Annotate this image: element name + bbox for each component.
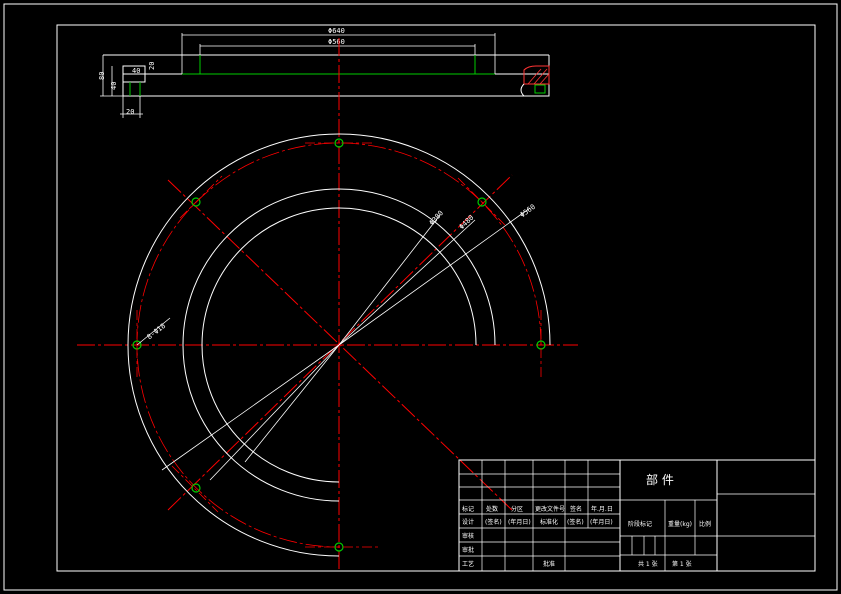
tb-row1-cell: 分区	[511, 505, 523, 513]
tb-row2-cell: 标准化	[540, 518, 558, 526]
inner-frame	[56, 24, 816, 572]
title-block: 部 件 标记 处数 分区 更改文件号 签名 年.月.日 设计 (签名) (年月日…	[458, 459, 816, 572]
side-view-body	[122, 73, 550, 97]
sheet-number: 第 1 张	[672, 560, 692, 568]
tb-row1-cell: 标记	[462, 505, 474, 513]
dim-height: 80	[98, 72, 106, 80]
tb-left-label: 审批	[462, 546, 474, 554]
tb-row2-cell: (签名)	[567, 518, 584, 526]
tb-row1-cell: 年.月.日	[591, 505, 613, 513]
plan-view: Φ380 Φ480 Φ560 8-Φ18	[77, 133, 578, 557]
dim-inner-diameter: Φ560	[328, 38, 345, 46]
part-name: 部 件	[646, 472, 674, 487]
dim-bolt-circle: Φ560	[519, 203, 537, 219]
sheets-total: 共 1 张	[638, 560, 658, 568]
cad-drawing: Φ640 Φ560 80 40 40 20 20 Φ380 Φ480 Φ560 …	[3, 3, 838, 591]
dim-bottom: 20	[148, 62, 156, 70]
dim-holes: 8-Φ18	[146, 322, 168, 341]
dim-outer-ring: Φ380	[428, 209, 445, 227]
dim-step-width: 40	[132, 67, 140, 75]
tb-left-label: 工艺	[462, 560, 474, 568]
tb-row1-cell: 更改文件号	[535, 505, 565, 513]
scale-label: 比例	[699, 520, 711, 528]
stage-label: 阶段标记	[628, 520, 652, 528]
tb-approve-label: 批准	[543, 560, 555, 568]
tb-left-label: 审核	[462, 532, 474, 540]
outer-frame	[3, 3, 838, 591]
tb-row2-cell: (年月日)	[508, 518, 531, 526]
tb-row2-cell: (年月日)	[590, 518, 613, 526]
dim-outer-diameter: Φ640	[328, 27, 345, 35]
dim-step-height: 40	[110, 82, 118, 90]
tb-row2-cell: (签名)	[485, 518, 502, 526]
weight-label: 重量(kg)	[668, 520, 692, 528]
tb-row2-cell: 设计	[462, 518, 474, 526]
tb-row1-cell: 签名	[570, 505, 582, 513]
tb-row1-cell: 处数	[486, 505, 498, 513]
side-view: Φ640 Φ560 80 40 40 20 20	[98, 27, 550, 118]
dim-bottom-width: 20	[126, 108, 134, 116]
